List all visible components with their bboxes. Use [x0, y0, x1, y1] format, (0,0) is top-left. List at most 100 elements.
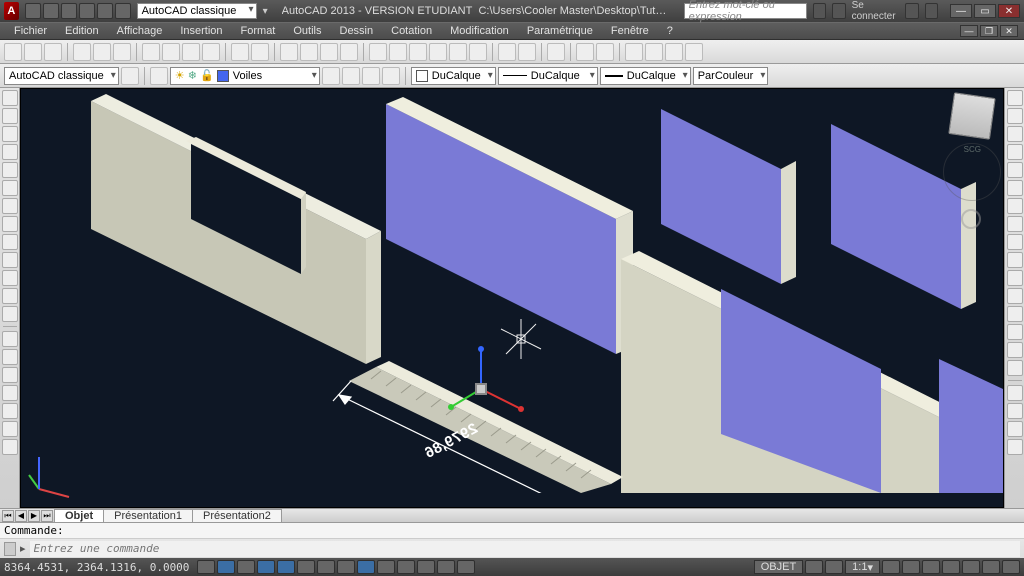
- preview-icon[interactable]: [93, 43, 111, 61]
- lineweight-combo[interactable]: DuCalque: [600, 67, 691, 85]
- trim-tool-icon[interactable]: [1007, 252, 1023, 268]
- rotate-tool-icon[interactable]: [1007, 198, 1023, 214]
- dyn-toggle[interactable]: [357, 560, 375, 574]
- menu-affichage[interactable]: Affichage: [109, 25, 171, 37]
- line-tool-icon[interactable]: [2, 90, 18, 106]
- menu-insertion[interactable]: Insertion: [172, 25, 230, 37]
- save-icon[interactable]: [44, 43, 62, 61]
- layer-combo[interactable]: ☀ ❄ 🔓 Voiles: [170, 67, 320, 85]
- leader-tool-icon[interactable]: [2, 403, 18, 419]
- qp-toggle[interactable]: [417, 560, 435, 574]
- qat-print-icon[interactable]: [115, 3, 131, 19]
- menu-dessin[interactable]: Dessin: [332, 25, 382, 37]
- constraint-icon[interactable]: [685, 43, 703, 61]
- explode-tool-icon[interactable]: [1007, 360, 1023, 376]
- tab-prev-icon[interactable]: ◀: [15, 510, 27, 522]
- mtext-tool-icon[interactable]: [2, 306, 18, 322]
- layer-state-icon[interactable]: [665, 43, 683, 61]
- minimize-button[interactable]: —: [950, 4, 972, 18]
- ws-settings-icon[interactable]: [121, 67, 139, 85]
- osnap-toggle[interactable]: [277, 560, 295, 574]
- zoom-previous-icon[interactable]: [340, 43, 358, 61]
- hatch-tool-icon[interactable]: [2, 198, 18, 214]
- dim-angular-tool-icon[interactable]: [2, 367, 18, 383]
- offset-tool-icon[interactable]: [1007, 144, 1023, 160]
- layer-tool3-icon[interactable]: [362, 67, 380, 85]
- ortho-toggle[interactable]: [237, 560, 255, 574]
- dim-aligned-tool-icon[interactable]: [2, 349, 18, 365]
- zoom-window-icon[interactable]: [320, 43, 338, 61]
- otrack-toggle[interactable]: [317, 560, 335, 574]
- sc-toggle[interactable]: [437, 560, 455, 574]
- doc-close-button[interactable]: ✕: [1000, 25, 1018, 37]
- quickview-layouts-icon[interactable]: [805, 560, 823, 574]
- menu-format[interactable]: Format: [233, 25, 284, 37]
- measure-icon[interactable]: [547, 43, 565, 61]
- ducs-toggle[interactable]: [337, 560, 355, 574]
- menu-help[interactable]: ?: [659, 25, 681, 37]
- render-icon[interactable]: [576, 43, 594, 61]
- workspace-combo[interactable]: AutoCAD classique: [137, 3, 257, 19]
- ellipse-tool-icon[interactable]: [2, 180, 18, 196]
- break-tool-icon[interactable]: [1007, 288, 1023, 304]
- menu-parametrique[interactable]: Paramétrique: [519, 25, 601, 37]
- tab-last-icon[interactable]: ⏭: [41, 510, 53, 522]
- block-icon[interactable]: [518, 43, 536, 61]
- cut-icon[interactable]: [142, 43, 160, 61]
- menu-edition[interactable]: Edition: [57, 25, 107, 37]
- array-tool-icon[interactable]: [1007, 162, 1023, 178]
- publish-icon[interactable]: [113, 43, 131, 61]
- markup-icon[interactable]: [449, 43, 467, 61]
- pan-tool-icon[interactable]: [1007, 403, 1023, 419]
- qat-dropdown-icon[interactable]: ▾: [263, 6, 268, 17]
- polyline-tool-icon[interactable]: [2, 108, 18, 124]
- stretch-tool-icon[interactable]: [1007, 234, 1023, 250]
- menu-fichier[interactable]: Fichier: [6, 25, 55, 37]
- menu-fenetre[interactable]: Fenêtre: [603, 25, 657, 37]
- tool-palette-icon[interactable]: [409, 43, 427, 61]
- app-logo[interactable]: A: [4, 2, 19, 20]
- redo-icon[interactable]: [251, 43, 269, 61]
- annovis-icon[interactable]: [902, 560, 920, 574]
- ws-switch-icon[interactable]: [922, 560, 940, 574]
- qat-undo-icon[interactable]: [79, 3, 95, 19]
- circle-tool-icon[interactable]: [2, 126, 18, 142]
- zoom-icon[interactable]: [300, 43, 318, 61]
- tab-next-icon[interactable]: ▶: [28, 510, 40, 522]
- move-tool-icon[interactable]: [1007, 180, 1023, 196]
- sheet-set-icon[interactable]: [429, 43, 447, 61]
- hardware-accel-icon[interactable]: [962, 560, 980, 574]
- toolbar-lock-icon[interactable]: [942, 560, 960, 574]
- annotation-scale[interactable]: 1:1▾: [845, 560, 880, 574]
- doc-minimize-button[interactable]: —: [960, 25, 978, 37]
- model-space-button[interactable]: OBJET: [754, 560, 803, 574]
- walk-tool-icon[interactable]: [1007, 439, 1023, 455]
- region-tool-icon[interactable]: [2, 421, 18, 437]
- quickview-drawings-icon[interactable]: [825, 560, 843, 574]
- color-combo[interactable]: DuCalque: [411, 67, 496, 85]
- dim-linear-tool-icon[interactable]: [2, 331, 18, 347]
- fillet-tool-icon[interactable]: [1007, 342, 1023, 358]
- help2-icon[interactable]: [625, 43, 643, 61]
- tab-layout2[interactable]: Présentation2: [192, 509, 282, 522]
- paste-icon[interactable]: [182, 43, 200, 61]
- nav-wheel-icon[interactable]: [961, 209, 981, 229]
- clean-screen-icon[interactable]: [1002, 560, 1020, 574]
- command-handle-icon[interactable]: [4, 542, 16, 556]
- menu-modification[interactable]: Modification: [442, 25, 517, 37]
- line-icon[interactable]: [498, 43, 516, 61]
- copy-tool-icon[interactable]: [1007, 108, 1023, 124]
- extend-tool-icon[interactable]: [1007, 270, 1023, 286]
- help-search-input[interactable]: Entrez mot-clé ou expression: [684, 3, 807, 19]
- revision-tool-icon[interactable]: [2, 439, 18, 455]
- command-input[interactable]: [30, 541, 1020, 557]
- search-icon[interactable]: [813, 3, 826, 19]
- orbit-tool-icon[interactable]: [1007, 385, 1023, 401]
- layer-tool4-icon[interactable]: [382, 67, 400, 85]
- mirror-tool-icon[interactable]: [1007, 126, 1023, 142]
- undo-icon[interactable]: [231, 43, 249, 61]
- doc-restore-button[interactable]: ❐: [980, 25, 998, 37]
- signin-label[interactable]: Se connecter: [852, 0, 900, 22]
- copy-icon[interactable]: [162, 43, 180, 61]
- properties-icon[interactable]: [369, 43, 387, 61]
